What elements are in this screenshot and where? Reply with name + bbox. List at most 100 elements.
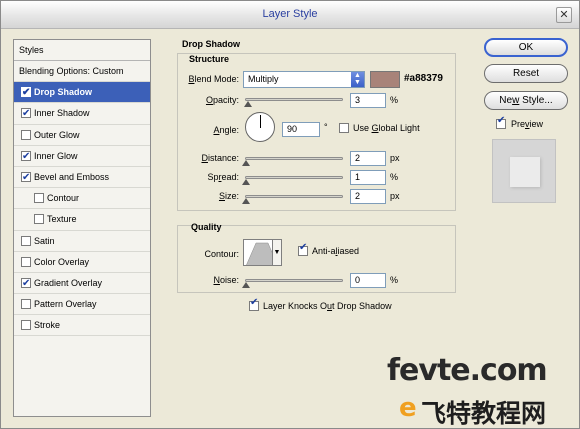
style-item-pattern-overlay[interactable]: Pattern Overlay xyxy=(14,294,150,316)
distance-label: Distance: xyxy=(201,153,239,163)
watermark-domain: fevte.com xyxy=(387,353,548,388)
opacity-label: Opacity: xyxy=(205,95,239,105)
preview-label: Preview xyxy=(511,119,544,129)
distance-unit: px xyxy=(390,153,400,163)
spread-slider-thumb[interactable] xyxy=(242,179,250,185)
size-input[interactable]: 2 xyxy=(350,189,386,204)
style-item-blending-options-custom[interactable]: Blending Options: Custom xyxy=(14,61,150,83)
opacity-unit: % xyxy=(390,95,399,105)
style-checkbox-contour[interactable] xyxy=(34,193,44,204)
blend-mode-label: Blend Mode: xyxy=(188,74,239,84)
blend-mode-select[interactable]: Multiply ▲ ▼ xyxy=(243,71,365,88)
style-checkbox-inner-glow[interactable] xyxy=(21,147,31,167)
style-item-color-overlay[interactable]: Color Overlay xyxy=(14,252,150,273)
quality-title: Quality xyxy=(191,222,222,232)
style-checkbox-inner-shadow[interactable] xyxy=(21,104,31,124)
anti-aliased-label: Anti-aliased xyxy=(312,246,360,256)
styles-list: Styles Blending Options: Custom Drop Shad… xyxy=(13,39,151,417)
global-light-checkbox[interactable] xyxy=(339,123,349,133)
style-item-label: Stroke xyxy=(34,320,61,331)
style-item-contour[interactable]: Contour xyxy=(14,188,150,210)
style-checkbox-pattern-overlay[interactable] xyxy=(21,299,31,310)
watermark-chinese-text: 飞特教程网 xyxy=(421,399,547,428)
style-item-inner-shadow[interactable]: Inner Shadow xyxy=(14,103,150,125)
style-item-outer-glow[interactable]: Outer Glow xyxy=(14,125,150,146)
noise-unit: % xyxy=(390,275,399,285)
angle-dial-needle xyxy=(260,115,261,128)
distance-slider[interactable] xyxy=(245,157,343,160)
angle-dial[interactable] xyxy=(245,112,275,142)
spread-label: Spread: xyxy=(207,172,239,182)
angle-label: Angle: xyxy=(213,125,239,135)
angle-unit: ° xyxy=(324,122,328,132)
watermark-logo: e xyxy=(399,393,417,423)
style-checkbox-bevel-and-emboss[interactable] xyxy=(21,168,31,188)
distance-slider-thumb[interactable] xyxy=(242,160,250,166)
style-item-label: Color Overlay xyxy=(34,256,90,267)
layer-knocks-out-label: Layer Knocks Out Drop Shadow xyxy=(263,301,392,311)
drop-shadow-title: Drop Shadow xyxy=(182,39,240,49)
style-item-stroke[interactable]: Stroke xyxy=(14,315,150,337)
style-item-label: Gradient Overlay xyxy=(34,277,103,288)
style-item-gradient-overlay[interactable]: Gradient Overlay xyxy=(14,273,150,295)
size-slider-thumb[interactable] xyxy=(242,198,250,204)
noise-slider[interactable] xyxy=(245,279,343,282)
opacity-slider-thumb[interactable] xyxy=(243,101,252,107)
style-item-label: Inner Glow xyxy=(34,150,78,161)
style-checkbox-color-overlay[interactable] xyxy=(21,256,31,267)
style-item-drop-shadow[interactable]: Drop Shadow xyxy=(14,82,150,104)
noise-label: Noise: xyxy=(213,275,239,285)
style-item-texture[interactable]: Texture xyxy=(14,209,150,231)
ok-button[interactable]: OK xyxy=(484,38,568,57)
style-item-label: Blending Options: Custom xyxy=(19,66,124,76)
noise-slider-thumb[interactable] xyxy=(242,282,250,288)
title-bar: Layer Style ✕ xyxy=(1,1,579,29)
global-light-label: Use Global Light xyxy=(353,123,420,133)
contour-label: Contour: xyxy=(204,249,239,259)
style-items: Blending Options: Custom Drop Shadow Inner… xyxy=(14,61,150,337)
shadow-color-hex: #a88379 xyxy=(404,73,443,84)
style-item-label: Inner Shadow xyxy=(34,108,90,119)
contour-dropdown-arrow[interactable]: ▼ xyxy=(272,239,282,266)
select-arrows-icon: ▲ ▼ xyxy=(351,72,364,87)
preview-checkbox[interactable] xyxy=(496,115,506,129)
shadow-color-swatch[interactable] xyxy=(370,71,400,88)
style-checkbox-stroke[interactable] xyxy=(21,320,31,331)
style-checkbox-outer-glow[interactable] xyxy=(21,129,31,140)
style-checkbox-satin[interactable] xyxy=(21,235,31,246)
style-checkbox-gradient-overlay[interactable] xyxy=(21,274,31,294)
layer-knocks-out-checkbox[interactable] xyxy=(249,297,259,311)
style-checkbox-texture[interactable] xyxy=(34,214,44,225)
distance-input[interactable]: 2 xyxy=(350,151,386,166)
style-preview-thumbnail xyxy=(492,139,556,203)
preview-swatch xyxy=(510,157,540,187)
style-item-label: Pattern Overlay xyxy=(34,299,97,310)
layer-style-dialog: Layer Style ✕ Styles Blending Options: C… xyxy=(0,0,580,429)
style-checkbox-drop-shadow[interactable] xyxy=(21,83,31,103)
noise-input[interactable]: 0 xyxy=(350,273,386,288)
angle-input[interactable]: 90 xyxy=(282,122,320,137)
spread-input[interactable]: 1 xyxy=(350,170,386,185)
size-unit: px xyxy=(390,191,400,201)
structure-title: Structure xyxy=(189,54,230,64)
style-item-label: Satin xyxy=(34,235,55,246)
anti-aliased-checkbox[interactable] xyxy=(298,242,308,256)
new-style-button[interactable]: New Style... xyxy=(484,91,568,110)
style-item-label: Drop Shadow xyxy=(34,87,92,98)
size-label: Size: xyxy=(218,191,239,201)
reset-button[interactable]: Reset xyxy=(484,64,568,83)
spread-unit: % xyxy=(390,172,399,182)
style-item-label: Texture xyxy=(47,214,77,225)
spread-slider[interactable] xyxy=(245,176,343,179)
close-button[interactable]: ✕ xyxy=(556,7,572,23)
opacity-slider[interactable] xyxy=(245,98,343,101)
blend-mode-value: Multiply xyxy=(248,74,279,84)
style-item-label: Contour xyxy=(47,193,80,204)
dialog-title: Layer Style xyxy=(262,8,318,20)
size-slider[interactable] xyxy=(245,195,343,198)
style-item-inner-glow[interactable]: Inner Glow xyxy=(14,146,150,167)
opacity-input[interactable]: 3 xyxy=(350,93,386,108)
style-item-satin[interactable]: Satin xyxy=(14,231,150,252)
styles-header[interactable]: Styles xyxy=(14,40,150,61)
style-item-bevel-and-emboss[interactable]: Bevel and Emboss xyxy=(14,167,150,189)
